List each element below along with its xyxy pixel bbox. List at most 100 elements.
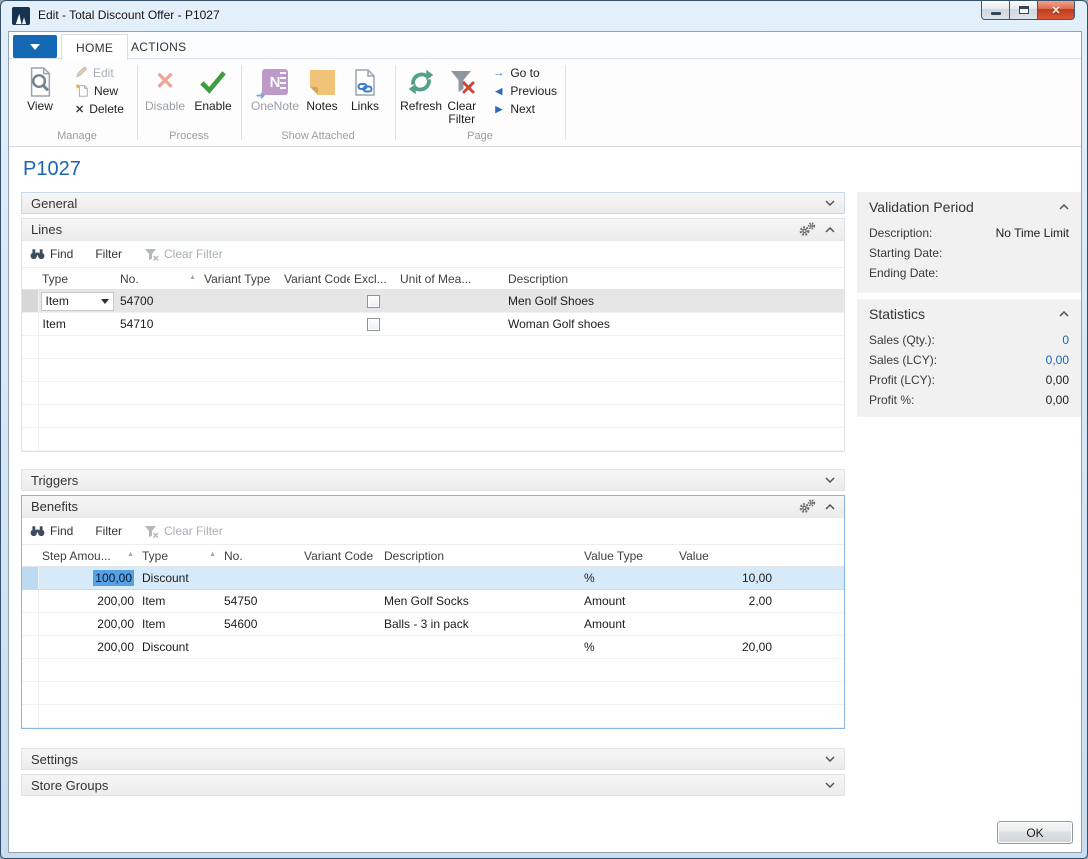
app-menu-button[interactable] (13, 35, 57, 58)
enable-button[interactable]: Enable (189, 61, 237, 130)
view-button[interactable]: View (15, 61, 65, 130)
cell-step-amount[interactable]: 200,00 (38, 590, 138, 613)
cell-value-type[interactable]: % (580, 567, 675, 590)
benefits-row-3[interactable]: 200,00 Item 54600 Balls - 3 in pack Amou… (22, 613, 844, 636)
refresh-button[interactable]: Refresh (399, 61, 443, 130)
cell-excl[interactable] (350, 313, 396, 336)
cell-variant-code[interactable] (280, 313, 350, 336)
cell-no[interactable]: 54600 (220, 613, 300, 636)
col-excl[interactable]: Excl... (350, 268, 396, 290)
row-selector[interactable] (22, 290, 38, 313)
cell-description[interactable]: Woman Golf shoes (504, 313, 844, 336)
empty-row[interactable] (22, 359, 844, 382)
onenote-button[interactable]: N ➜ OneNote (250, 61, 300, 130)
row-selector[interactable] (22, 567, 38, 590)
disable-button[interactable]: ✕ Disable (141, 61, 189, 130)
empty-row[interactable] (22, 659, 844, 682)
fasttab-general[interactable]: General (21, 192, 845, 214)
statistics-title[interactable]: Statistics (869, 306, 1069, 322)
col-no[interactable]: No. (220, 545, 300, 567)
excl-checkbox[interactable] (367, 318, 380, 331)
cell-variant-type[interactable] (200, 313, 280, 336)
ok-button[interactable]: OK (997, 821, 1073, 844)
title-bar[interactable]: Edit - Total Discount Offer - P1027 ✕ (1, 1, 1087, 31)
row-selector[interactable] (22, 313, 38, 336)
row-selector[interactable] (22, 613, 38, 636)
previous-button[interactable]: ◀ Previous (488, 82, 561, 100)
col-variant-code[interactable]: Variant Code (300, 545, 380, 567)
cell-step-amount[interactable]: 100,00 (38, 567, 138, 590)
fasttab-store-groups[interactable]: Store Groups (21, 774, 845, 796)
empty-row[interactable] (22, 382, 844, 405)
cell-value-type[interactable]: % (580, 636, 675, 659)
cell-variant-code[interactable] (300, 590, 380, 613)
cell-step-amount[interactable]: 200,00 (38, 636, 138, 659)
benefits-row-2[interactable]: 200,00 Item 54750 Men Golf Socks Amount … (22, 590, 844, 613)
cell-description[interactable] (380, 567, 580, 590)
cell-no[interactable] (220, 636, 300, 659)
cell-type[interactable]: Discount (138, 636, 220, 659)
cell-type[interactable]: Item (138, 613, 220, 636)
cell-value[interactable]: 2,00 (675, 590, 785, 613)
lines-row-2[interactable]: Item 54710 Woman Golf shoes (22, 313, 844, 336)
col-type[interactable]: Type▲ (138, 545, 220, 567)
cell-value-type[interactable]: Amount (580, 590, 675, 613)
goto-button[interactable]: → Go to (488, 64, 561, 82)
cell-variant-code[interactable] (300, 613, 380, 636)
cell-no[interactable]: 54710 (116, 313, 200, 336)
lines-clear-filter-button[interactable]: Clear Filter (144, 247, 223, 261)
edit-button[interactable]: Edit (71, 64, 128, 82)
fasttab-triggers[interactable]: Triggers (21, 469, 845, 491)
cell-description[interactable]: Men Golf Socks (380, 590, 580, 613)
notes-button[interactable]: Notes (300, 61, 344, 130)
validation-period-title[interactable]: Validation Period (869, 199, 1069, 215)
empty-row[interactable] (22, 336, 844, 359)
empty-row[interactable] (22, 705, 844, 728)
row-selector[interactable] (22, 590, 38, 613)
cell-type[interactable]: Item (138, 590, 220, 613)
excl-checkbox[interactable] (367, 295, 380, 308)
benefits-filter-button[interactable]: Filter (95, 524, 122, 538)
cell-description[interactable] (380, 636, 580, 659)
cell-value[interactable] (675, 613, 785, 636)
links-button[interactable]: Links (344, 61, 386, 130)
sales-lcy-link[interactable]: 0,00 (1046, 350, 1069, 370)
tab-actions[interactable]: ACTIONS (117, 34, 200, 59)
cell-variant-type[interactable] (200, 290, 280, 313)
cell-no[interactable]: 54750 (220, 590, 300, 613)
row-selector[interactable] (22, 636, 38, 659)
close-button[interactable]: ✕ (1037, 1, 1075, 20)
delete-button[interactable]: ✕ Delete (71, 100, 128, 118)
cell-no[interactable] (220, 567, 300, 590)
empty-row[interactable] (22, 428, 844, 451)
col-value-type[interactable]: Value Type (580, 545, 675, 567)
fasttab-benefits[interactable]: Benefits (22, 496, 844, 518)
next-button[interactable]: ▶ Next (488, 100, 561, 118)
cell-unit-of-measure[interactable] (396, 313, 504, 336)
cell-variant-code[interactable] (300, 636, 380, 659)
cell-excl[interactable] (350, 290, 396, 313)
gears-icon[interactable] (798, 499, 817, 514)
cell-description[interactable]: Balls - 3 in pack (380, 613, 580, 636)
type-combobox[interactable]: Item (41, 292, 115, 311)
empty-row[interactable] (22, 682, 844, 705)
lines-find-button[interactable]: Find (30, 247, 73, 261)
cell-description[interactable]: Men Golf Shoes (504, 290, 844, 313)
clear-filter-button[interactable]: ClearFilter (443, 61, 480, 130)
minimize-button[interactable] (981, 1, 1010, 20)
col-value[interactable]: Value (675, 545, 785, 567)
sales-qty-link[interactable]: 0 (1062, 330, 1069, 350)
benefits-row-4[interactable]: 200,00 Discount % 20,00 (22, 636, 844, 659)
cell-type[interactable]: Discount (138, 567, 220, 590)
cell-value[interactable]: 20,00 (675, 636, 785, 659)
benefits-find-button[interactable]: Find (30, 524, 73, 538)
col-variant-type[interactable]: Variant Type (200, 268, 280, 290)
selected-cell[interactable]: 100,00 (93, 570, 134, 586)
col-no[interactable]: No.▲ (116, 268, 200, 290)
col-type[interactable]: Type (38, 268, 116, 290)
cell-variant-code[interactable] (300, 567, 380, 590)
col-unit-of-measure[interactable]: Unit of Mea... (396, 268, 504, 290)
cell-value[interactable]: 10,00 (675, 567, 785, 590)
maximize-button[interactable] (1010, 1, 1037, 20)
benefits-row-1[interactable]: 100,00 Discount % 10,00 (22, 567, 844, 590)
